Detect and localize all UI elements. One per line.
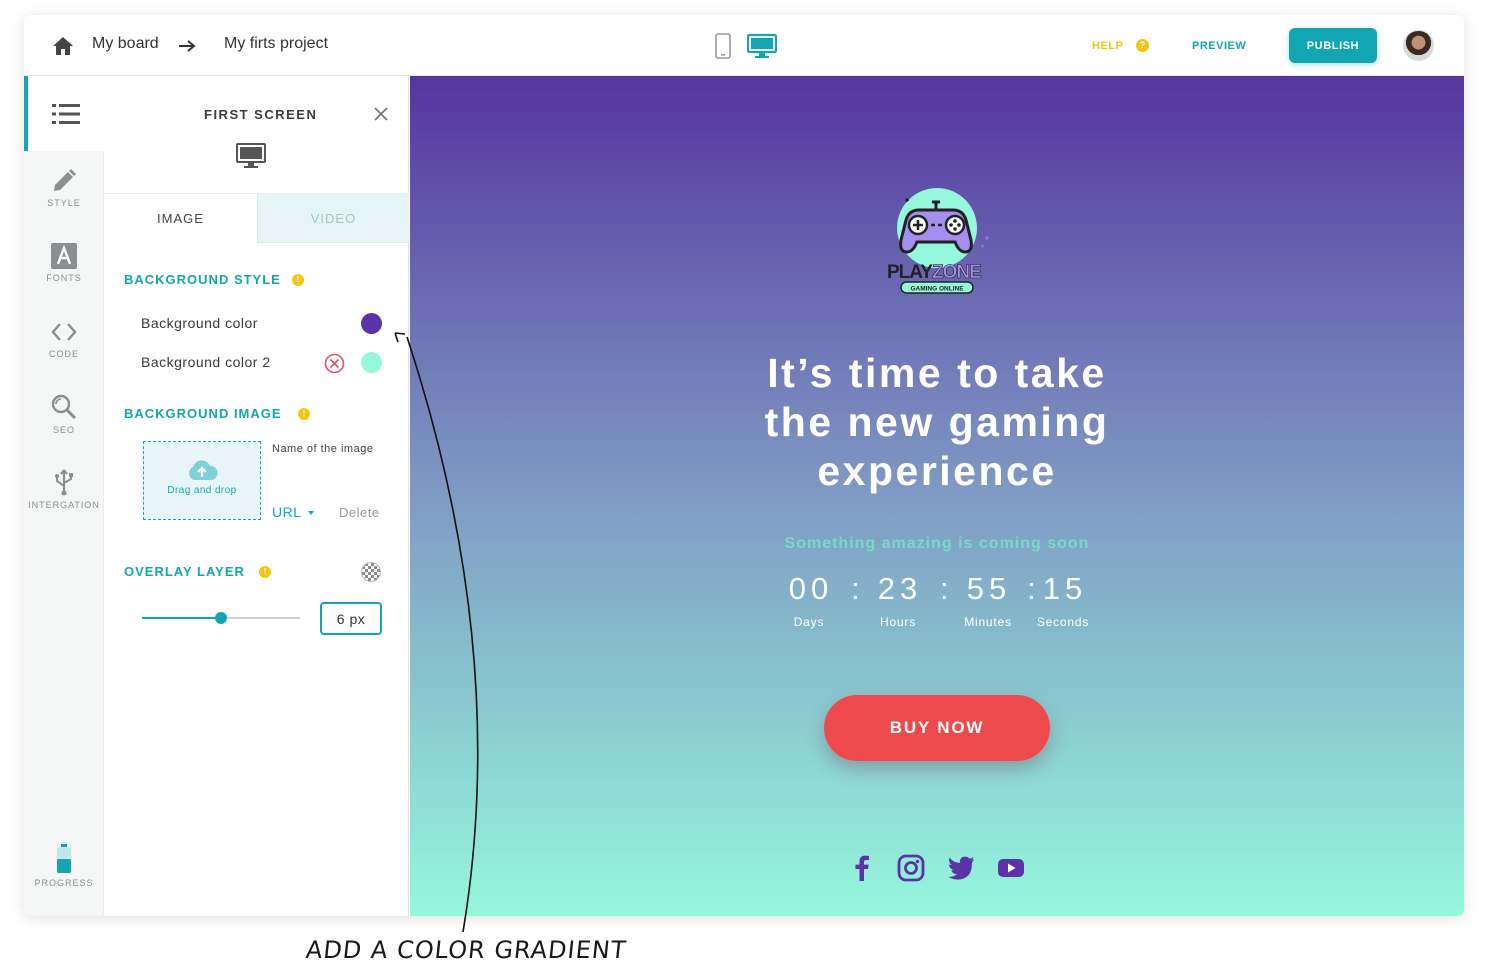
- panel-title: FIRST SCREEN: [204, 107, 318, 122]
- logo-text-zone: ZONE: [932, 262, 981, 283]
- overlay-slider-handle[interactable]: [215, 612, 227, 624]
- top-bar: My board My firts project HELP ? PREVIEW…: [24, 15, 1464, 76]
- dropzone-label: Drag and drop: [167, 485, 237, 496]
- url-dropdown-label: URL: [272, 504, 302, 520]
- tool-rail: STYLE FONTS CODE SEO INTERGATION PROGRES…: [24, 76, 104, 916]
- url-dropdown[interactable]: URL: [272, 504, 314, 520]
- countdown-hours: 23: [877, 571, 923, 606]
- overlay-slider[interactable]: [142, 612, 300, 624]
- rail-item-style[interactable]: STYLE: [24, 168, 104, 208]
- background-style-title: BACKGROUND STYLE: [124, 272, 281, 287]
- chevron-down-icon: [307, 511, 314, 516]
- rail-item-fonts[interactable]: FONTS: [24, 243, 104, 283]
- image-name-label: Name of the image: [272, 443, 374, 455]
- playzone-logo: PLAY ZONE GAMING ONLINE: [887, 188, 989, 294]
- question-icon[interactable]: ?: [1136, 39, 1149, 52]
- rail-item-seo[interactable]: SEO: [24, 393, 104, 435]
- canvas-preview[interactable]: PLAY ZONE GAMING ONLINE It’s time to tak…: [410, 76, 1464, 916]
- publish-button[interactable]: PUBLISH: [1289, 28, 1377, 63]
- instagram-icon[interactable]: [896, 854, 926, 882]
- breadcrumb-project[interactable]: My firts project: [224, 35, 328, 53]
- background-color-2-label: Background color 2: [141, 354, 271, 370]
- hero-headline: It’s time to take the new gaming experie…: [737, 349, 1137, 496]
- preview-link[interactable]: PREVIEW: [1192, 40, 1246, 52]
- home-icon[interactable]: [52, 36, 74, 56]
- battery-icon: [57, 844, 71, 873]
- arrow-right-icon: [179, 40, 196, 52]
- headline-line-3: experience: [817, 448, 1057, 494]
- media-tabs: IMAGE VIDEO: [104, 193, 409, 243]
- tab-video[interactable]: VIDEO: [257, 194, 409, 243]
- overlay-slider-fill: [142, 617, 221, 619]
- avatar[interactable]: [1403, 30, 1434, 61]
- code-icon: [51, 323, 77, 341]
- rail-item-code[interactable]: CODE: [24, 319, 104, 359]
- tab-image[interactable]: IMAGE: [104, 194, 257, 243]
- logo-text-play: PLAY: [887, 262, 933, 283]
- background-color-2-swatch[interactable]: [361, 352, 382, 373]
- countdown-minutes: 55: [966, 571, 1012, 606]
- countdown-seconds: 15: [1042, 571, 1088, 606]
- logo-tagline: GAMING ONLINE: [910, 286, 964, 293]
- info-icon[interactable]: !: [298, 408, 310, 420]
- monitor-icon: [236, 143, 266, 168]
- rail-label-integration: INTERGATION: [28, 500, 100, 510]
- info-icon[interactable]: !: [292, 274, 304, 286]
- overlay-value-input[interactable]: [320, 602, 382, 635]
- countdown-label-seconds: Seconds: [1036, 615, 1090, 629]
- background-image-title: BACKGROUND IMAGE: [124, 406, 282, 421]
- annotation-text: ADD A COLOR GRADIENT: [304, 936, 628, 964]
- countdown-separator: :: [940, 571, 949, 606]
- overlay-layer-title: OVERLAY LAYER: [124, 564, 245, 579]
- editor-window: My board My firts project HELP ? PREVIEW…: [24, 15, 1464, 916]
- countdown-days: 00: [788, 571, 834, 606]
- rail-label-seo: SEO: [52, 425, 75, 435]
- rail-label-fonts: FONTS: [46, 273, 82, 283]
- buy-now-button[interactable]: BUY NOW: [824, 695, 1050, 761]
- menu-list-icon[interactable]: [52, 103, 80, 125]
- youtube-icon[interactable]: [996, 854, 1026, 882]
- close-icon[interactable]: [374, 107, 388, 121]
- image-dropzone[interactable]: Drag and drop: [143, 441, 261, 520]
- hero-subhead: Something amazing is coming soon: [784, 535, 1090, 552]
- background-color-label: Background color: [141, 315, 258, 331]
- headline-line-2: the new gaming: [764, 399, 1110, 445]
- cloud-upload-icon: [189, 460, 218, 480]
- mobile-view-icon[interactable]: [714, 33, 732, 59]
- countdown-label-days: Days: [793, 615, 825, 629]
- countdown-label-minutes: Minutes: [964, 615, 1012, 629]
- usb-icon: [55, 469, 73, 496]
- rail-menu-tab[interactable]: [24, 76, 104, 151]
- breadcrumb-board[interactable]: My board: [92, 35, 159, 53]
- pencil-icon: [54, 169, 76, 191]
- background-color-swatch[interactable]: [361, 313, 382, 334]
- rail-label-progress: PROGRESS: [34, 878, 94, 888]
- rail-label-style: STYLE: [47, 198, 81, 208]
- countdown-label-hours: Hours: [879, 615, 916, 629]
- seo-icon: [51, 394, 77, 420]
- twitter-icon[interactable]: [946, 854, 976, 882]
- rail-item-integration[interactable]: INTERGATION: [24, 468, 104, 510]
- transparency-icon[interactable]: [361, 562, 381, 582]
- headline-line-1: It’s time to take: [767, 350, 1107, 396]
- remove-color-icon[interactable]: [324, 353, 345, 374]
- help-link[interactable]: HELP: [1092, 40, 1123, 52]
- countdown-separator: :: [851, 571, 860, 606]
- facebook-icon[interactable]: [847, 854, 877, 882]
- rail-label-code: CODE: [48, 349, 79, 359]
- info-icon[interactable]: !: [259, 566, 271, 578]
- delete-image-link[interactable]: Delete: [339, 505, 380, 520]
- settings-panel: FIRST SCREEN IMAGE VIDEO BACKGROUND STYL…: [104, 76, 409, 916]
- font-icon: [51, 243, 77, 269]
- desktop-view-icon[interactable]: [747, 33, 777, 59]
- annotation-arrow: [394, 332, 479, 933]
- rail-item-progress[interactable]: PROGRESS: [24, 844, 104, 888]
